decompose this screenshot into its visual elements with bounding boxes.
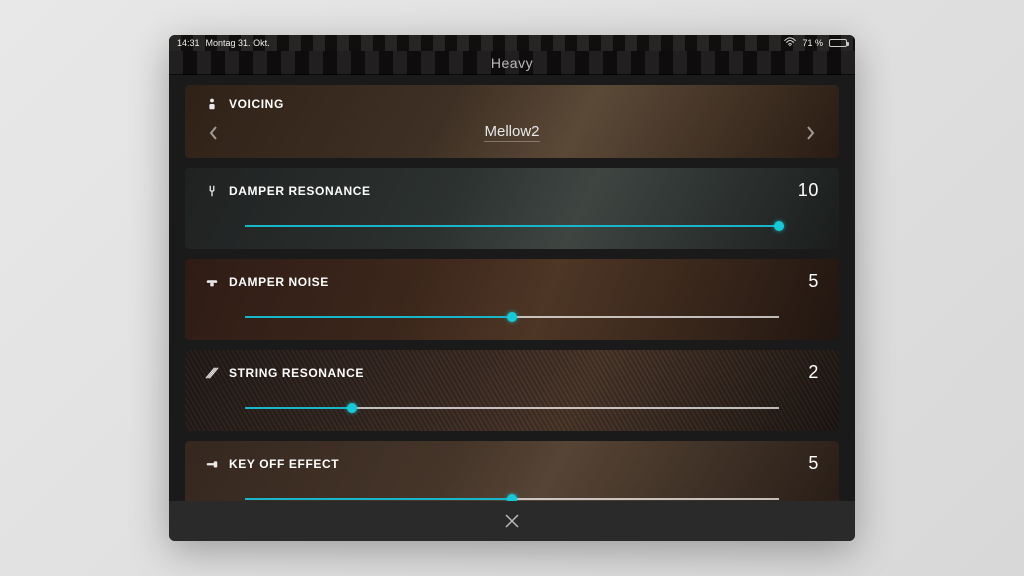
damper-noise-slider[interactable] bbox=[205, 310, 819, 324]
panels-container: VOICING Mellow2 DAMPER RESO bbox=[169, 75, 855, 501]
string-resonance-value: 2 bbox=[808, 362, 819, 383]
close-button[interactable] bbox=[503, 512, 521, 530]
status-time: 14:31 bbox=[177, 38, 200, 48]
damper-icon bbox=[205, 275, 219, 289]
damper-resonance-panel: DAMPER RESONANCE 10 bbox=[185, 168, 839, 249]
damper-resonance-slider[interactable] bbox=[205, 219, 819, 233]
damper-resonance-value: 10 bbox=[798, 180, 819, 201]
damper-noise-panel: DAMPER NOISE 5 bbox=[185, 259, 839, 340]
wifi-icon bbox=[784, 37, 796, 50]
key-off-effect-slider[interactable] bbox=[205, 492, 819, 501]
status-date: Montag 31. Okt. bbox=[206, 38, 270, 48]
key-off-effect-value: 5 bbox=[808, 453, 819, 474]
status-bar: 14:31 Montag 31. Okt. 71 % bbox=[169, 35, 855, 51]
string-resonance-label: STRING RESONANCE bbox=[229, 366, 364, 380]
prev-preset-button[interactable] bbox=[205, 124, 223, 142]
tuning-fork-icon bbox=[205, 184, 219, 198]
string-resonance-panel: STRING RESONANCE 2 bbox=[185, 350, 839, 431]
string-resonance-slider[interactable] bbox=[205, 401, 819, 415]
app-window: 14:31 Montag 31. Okt. 71 % Heavy VOICING bbox=[169, 35, 855, 541]
header: Heavy bbox=[169, 51, 855, 75]
voicing-panel: VOICING Mellow2 bbox=[185, 85, 839, 158]
next-preset-button[interactable] bbox=[801, 124, 819, 142]
voicing-label: VOICING bbox=[229, 97, 284, 111]
damper-noise-label: DAMPER NOISE bbox=[229, 275, 329, 289]
voicing-preset-name[interactable]: Mellow2 bbox=[484, 123, 539, 142]
key-off-effect-panel: KEY OFF EFFECT 5 bbox=[185, 441, 839, 501]
strings-icon bbox=[205, 366, 219, 380]
voicing-icon bbox=[205, 97, 219, 111]
key-off-effect-label: KEY OFF EFFECT bbox=[229, 457, 339, 471]
bottom-bar bbox=[169, 501, 855, 541]
key-icon bbox=[205, 457, 219, 471]
battery-percent: 71 % bbox=[802, 38, 823, 48]
page-title: Heavy bbox=[491, 55, 533, 71]
damper-resonance-label: DAMPER RESONANCE bbox=[229, 184, 371, 198]
damper-noise-value: 5 bbox=[808, 271, 819, 292]
battery-icon bbox=[829, 39, 847, 47]
